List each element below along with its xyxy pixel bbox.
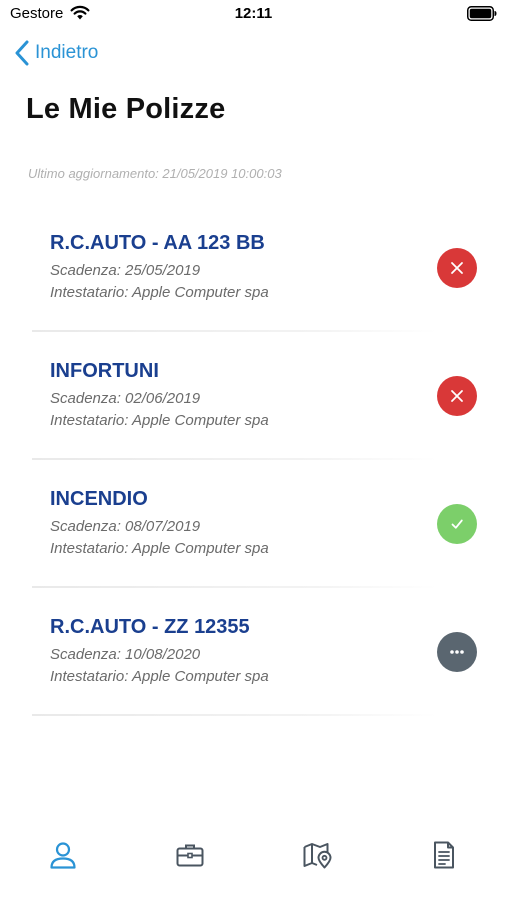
status-pending-badge[interactable] [437, 632, 477, 672]
policy-card[interactable]: R.C.AUTO - ZZ 12355 Scadenza: 10/08/2020… [0, 592, 507, 720]
policy-due-date: Scadenza: 25/05/2019 [50, 262, 201, 279]
policy-holder: Intestatario: Apple Computer spa [50, 284, 269, 301]
back-label: Indietro [35, 42, 99, 63]
policy-holder: Intestatario: Apple Computer spa [50, 412, 269, 429]
check-icon [451, 519, 463, 529]
divider [32, 586, 437, 588]
policy-name: R.C.AUTO - AA 123 BB [50, 232, 265, 254]
divider [32, 714, 437, 716]
close-icon [451, 262, 463, 274]
back-button[interactable]: Indietro [14, 38, 98, 68]
policy-card[interactable]: INCENDIO Scadenza: 08/07/2019 Intestatar… [0, 464, 507, 592]
more-icon [450, 650, 464, 654]
page-title: Le Mie Polizze [26, 93, 226, 125]
divider [32, 458, 437, 460]
policy-name: INFORTUNI [50, 360, 159, 382]
map-pin-icon [303, 843, 332, 869]
tab-profile[interactable] [0, 824, 127, 900]
document-icon [433, 841, 454, 869]
policy-due-date: Scadenza: 08/07/2019 [50, 518, 201, 535]
tab-map[interactable] [254, 824, 381, 900]
policy-name: R.C.AUTO - ZZ 12355 [50, 616, 250, 638]
policy-holder: Intestatario: Apple Computer spa [50, 540, 269, 557]
policy-holder: Intestatario: Apple Computer spa [50, 668, 269, 685]
battery-icon [467, 6, 497, 21]
tab-bar [0, 824, 507, 900]
policy-list: R.C.AUTO - AA 123 BB Scadenza: 25/05/201… [0, 208, 507, 720]
tab-policies[interactable] [127, 824, 254, 900]
close-icon [451, 390, 463, 402]
briefcase-icon [176, 844, 204, 867]
tab-documents[interactable] [380, 824, 507, 900]
policy-card[interactable]: R.C.AUTO - AA 123 BB Scadenza: 25/05/201… [0, 208, 507, 336]
clock: 12:11 [234, 5, 273, 22]
policy-card[interactable]: INFORTUNI Scadenza: 02/06/2019 Intestata… [0, 336, 507, 464]
status-expired-badge[interactable] [437, 248, 477, 288]
status-expired-badge[interactable] [437, 376, 477, 416]
chevron-left-icon [15, 40, 29, 66]
status-active-badge[interactable] [437, 504, 477, 544]
policy-name: INCENDIO [50, 488, 148, 510]
last-update-timestamp: Ultimo aggiornamento: 21/05/2019 10:00:0… [28, 166, 282, 181]
policy-due-date: Scadenza: 02/06/2019 [50, 390, 201, 407]
divider [32, 330, 437, 332]
user-icon [50, 842, 76, 869]
policy-due-date: Scadenza: 10/08/2020 [50, 646, 201, 663]
status-bar: Gestore 12:11 [0, 0, 507, 30]
